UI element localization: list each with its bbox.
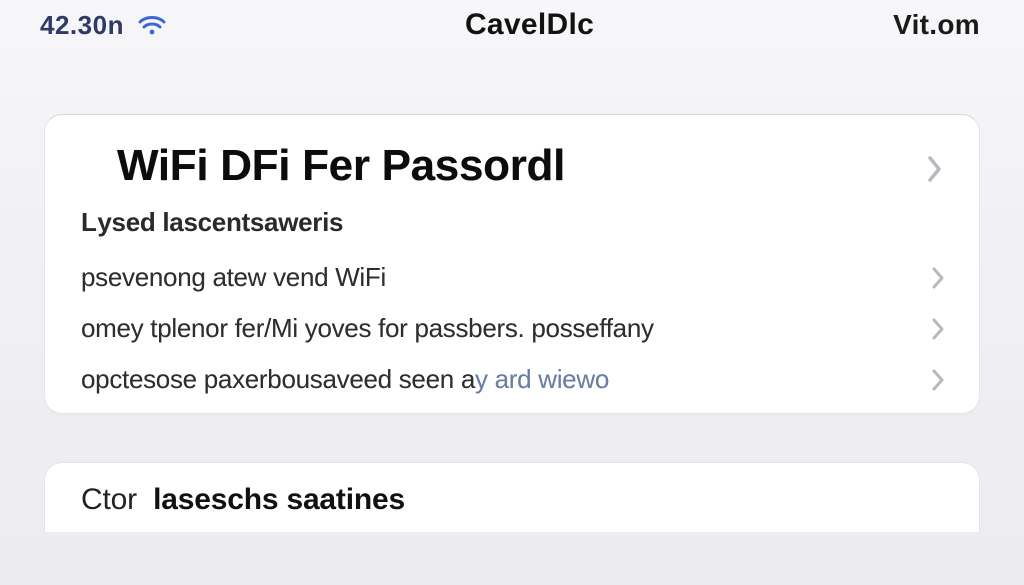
list-item[interactable]: psevenong atew vend WiFi [45, 252, 979, 303]
list-item-label: psevenong atew vend WiFi [81, 262, 386, 293]
list-item-label: opctesose paxerbousaveed seen ay ard wie… [81, 364, 609, 395]
card-title-row[interactable]: WiFi DFi Fer Passordl [45, 141, 979, 197]
chevron-right-icon [931, 266, 945, 290]
section-label-lead: L [81, 207, 97, 237]
section-label: Lysed lascentsaweris [45, 197, 979, 252]
secondary-card-title: Ctor laseschs saatines [81, 483, 943, 517]
clock-time: 42.30n [40, 10, 124, 41]
list-item-label: omey tplenor fer/Mi yoves for passbers. … [81, 313, 654, 344]
settings-card-secondary[interactable]: Ctor laseschs saatines [44, 462, 980, 532]
status-bar: 42.30n CavelDlc Vit.om [0, 0, 1024, 44]
settings-card: WiFi DFi Fer Passordl Lysed lascentsawer… [44, 114, 980, 414]
chevron-right-icon [931, 317, 945, 341]
list-item[interactable]: opctesose paxerbousaveed seen ay ard wie… [45, 354, 979, 405]
wifi-icon [138, 14, 166, 36]
chevron-right-icon [931, 368, 945, 392]
list-item[interactable]: omey tplenor fer/Mi yoves for passbers. … [45, 303, 979, 354]
status-left: 42.30n [40, 10, 166, 41]
chevron-right-icon [927, 155, 943, 183]
section-label-rest: ysed lascentsaweris [97, 207, 343, 237]
status-right: Vit.om [893, 9, 980, 41]
card-title: WiFi DFi Fer Passordl [81, 141, 601, 197]
page-title: CavelDlc [465, 8, 594, 42]
